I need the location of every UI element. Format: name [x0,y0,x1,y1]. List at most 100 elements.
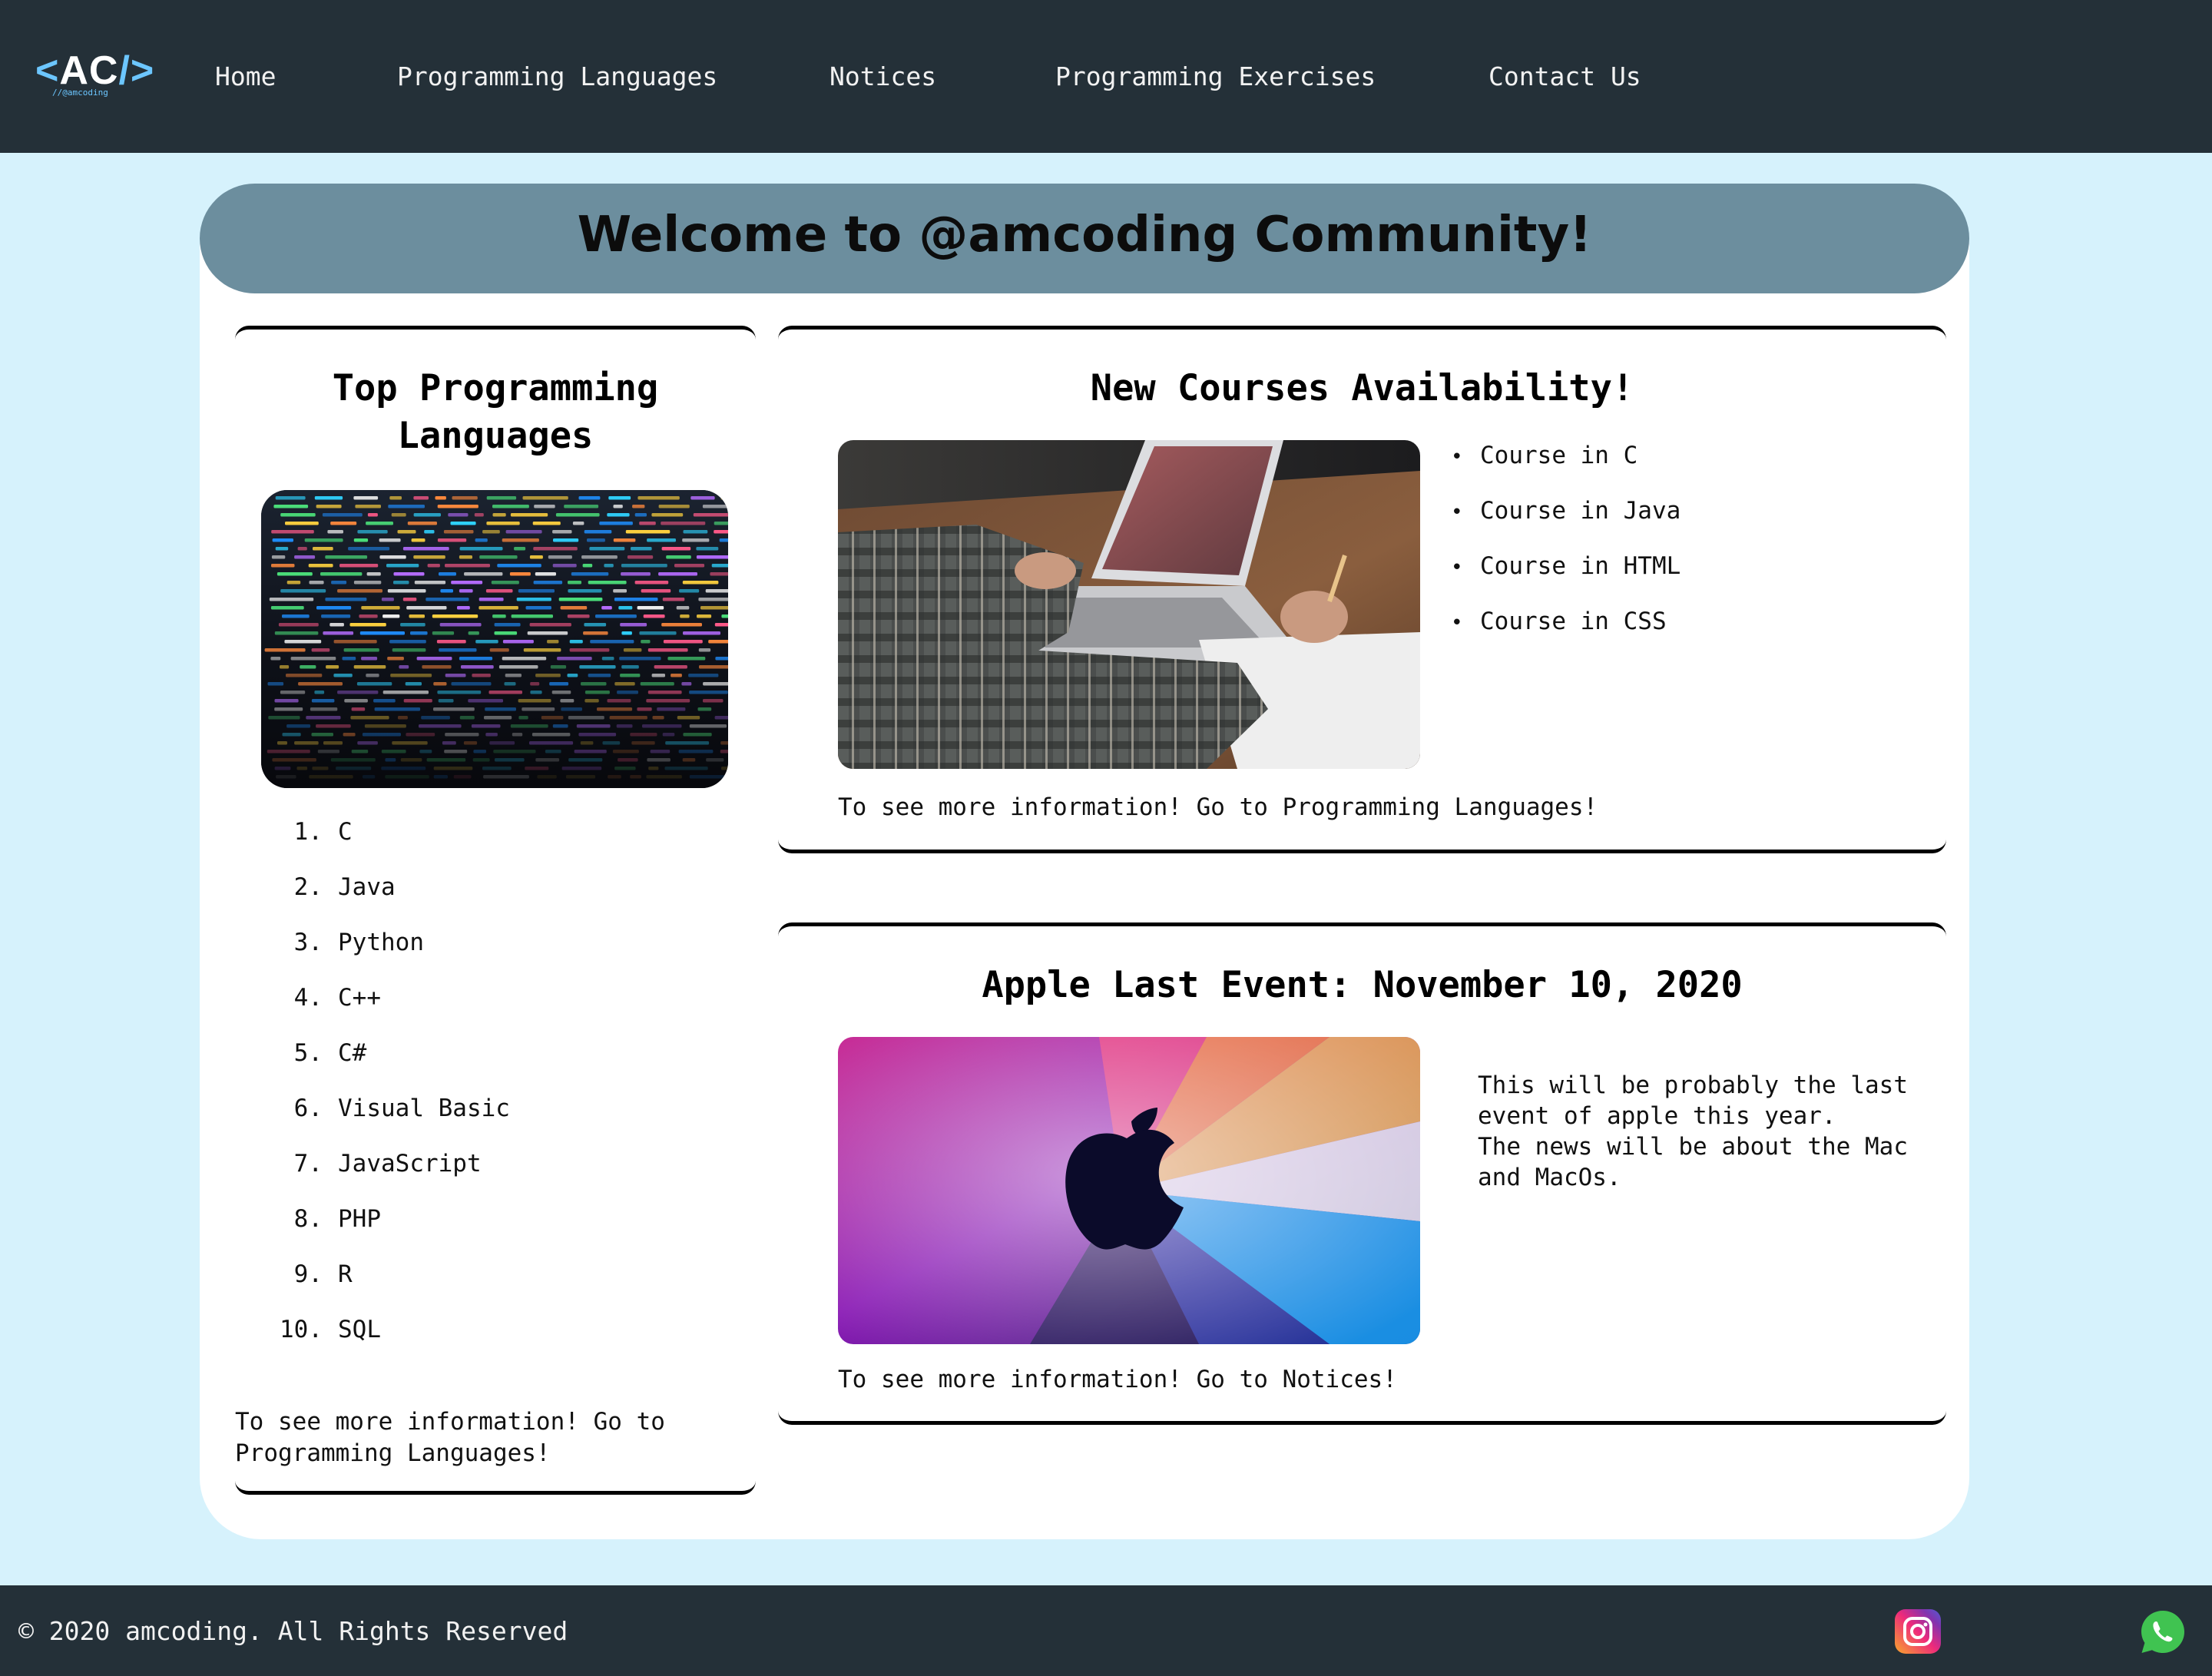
code-texture-mark [367,513,378,517]
logo-close-bracket: /> [118,48,155,93]
code-texture-mark [657,707,686,711]
code-texture-mark [270,657,281,661]
code-texture-mark [652,716,664,720]
code-texture-mark [406,733,435,737]
code-texture-mark [483,775,529,779]
code-texture-mark [545,750,561,754]
code-texture-mark [702,505,728,508]
code-texture-mark [309,775,353,779]
code-texture-mark [475,538,488,542]
code-texture-mark [343,733,356,737]
site-logo[interactable]: <AC/> //@amcoding [35,48,154,101]
code-texture-mark [607,513,630,517]
code-texture-mark [414,581,446,585]
apple-event-title: Apple Last Event: November 10, 2020 [982,964,1743,1006]
code-texture-mark [637,707,652,711]
apple-more-info: To see more information! Go to Notices! [838,1366,1397,1393]
code-texture-mark [326,665,339,669]
code-texture-mark [453,775,472,779]
code-texture-mark [568,716,604,720]
code-texture-mark [561,767,602,770]
code-texture-mark [552,564,577,568]
nav-link-notices[interactable]: Notices [830,61,936,91]
code-texture-mark [311,733,333,737]
code-screen-image [261,490,728,788]
code-texture-mark [373,699,396,703]
code-texture-mark [399,665,409,669]
code-texture-mark [552,724,568,728]
whatsapp-icon[interactable] [2139,1608,2187,1656]
code-texture-mark [400,758,422,762]
code-texture-mark [547,640,559,644]
code-texture-mark [424,530,435,534]
code-texture-mark [270,606,304,610]
code-texture-mark [697,614,712,618]
code-texture-mark [680,614,690,618]
code-texture-mark [614,767,636,770]
code-texture-mark [410,631,428,635]
code-texture-mark [333,640,377,644]
welcome-title: Welcome to @amcoding Community! [577,207,1592,263]
code-texture-mark [667,657,706,661]
code-texture-mark [268,716,300,720]
nav-link-contact-us[interactable]: Contact Us [1488,61,1641,91]
code-texture-mark [400,623,426,627]
nav-link-programming-languages[interactable]: Programming Languages [397,61,717,91]
code-texture-mark [634,513,647,517]
code-texture-mark [637,606,664,610]
code-texture-mark [385,758,396,762]
code-texture-mark [280,513,316,517]
code-texture-mark [715,657,728,661]
code-texture-mark [269,598,314,601]
code-texture-mark [479,555,518,559]
code-texture-mark [437,538,467,542]
code-texture-mark [314,691,325,694]
code-texture-mark [677,716,700,720]
code-texture-mark [468,699,503,703]
code-texture-mark [621,665,639,669]
code-texture-mark [608,496,631,500]
code-texture-mark [413,496,429,500]
code-texture-mark [471,724,501,728]
code-texture-mark [313,547,333,551]
code-texture-mark [498,665,538,669]
code-texture-mark [473,750,486,754]
code-texture-mark [381,750,406,754]
code-texture-mark [433,767,473,770]
code-texture-mark [597,707,633,711]
code-texture-mark [274,699,299,703]
course-item: • Course in HTML [1451,552,1681,608]
code-texture-mark [621,631,632,635]
code-texture-mark [472,674,491,677]
code-texture-mark [714,530,728,534]
code-texture-mark [482,530,500,534]
language-item: 2. Java [263,873,510,929]
code-texture-mark [663,640,703,644]
code-texture-mark [374,707,421,711]
code-texture-mark [688,674,719,677]
code-texture-mark [662,733,675,737]
code-texture-mark [651,674,665,677]
nav-link-programming-exercises[interactable]: Programming Exercises [1055,61,1376,91]
code-texture-mark [297,547,307,551]
code-texture-mark [433,707,475,711]
code-texture-mark [646,699,690,703]
instagram-icon[interactable] [1895,1609,1941,1654]
code-texture-mark [647,648,688,652]
code-texture-mark [272,758,316,762]
code-texture-mark [609,716,647,720]
code-texture-mark [333,674,353,677]
code-texture-mark [411,538,426,542]
code-texture-mark [356,682,392,686]
code-texture-mark [522,707,555,711]
code-texture-mark [407,522,437,525]
code-texture-mark [379,538,401,542]
code-texture-mark [389,640,426,644]
code-texture-mark [535,674,561,677]
code-texture-mark [683,631,720,635]
code-texture-mark [474,513,484,517]
nav-link-home[interactable]: Home [215,61,276,91]
code-texture-mark [421,716,450,720]
code-texture-mark [275,496,306,500]
code-texture-mark [604,564,614,568]
